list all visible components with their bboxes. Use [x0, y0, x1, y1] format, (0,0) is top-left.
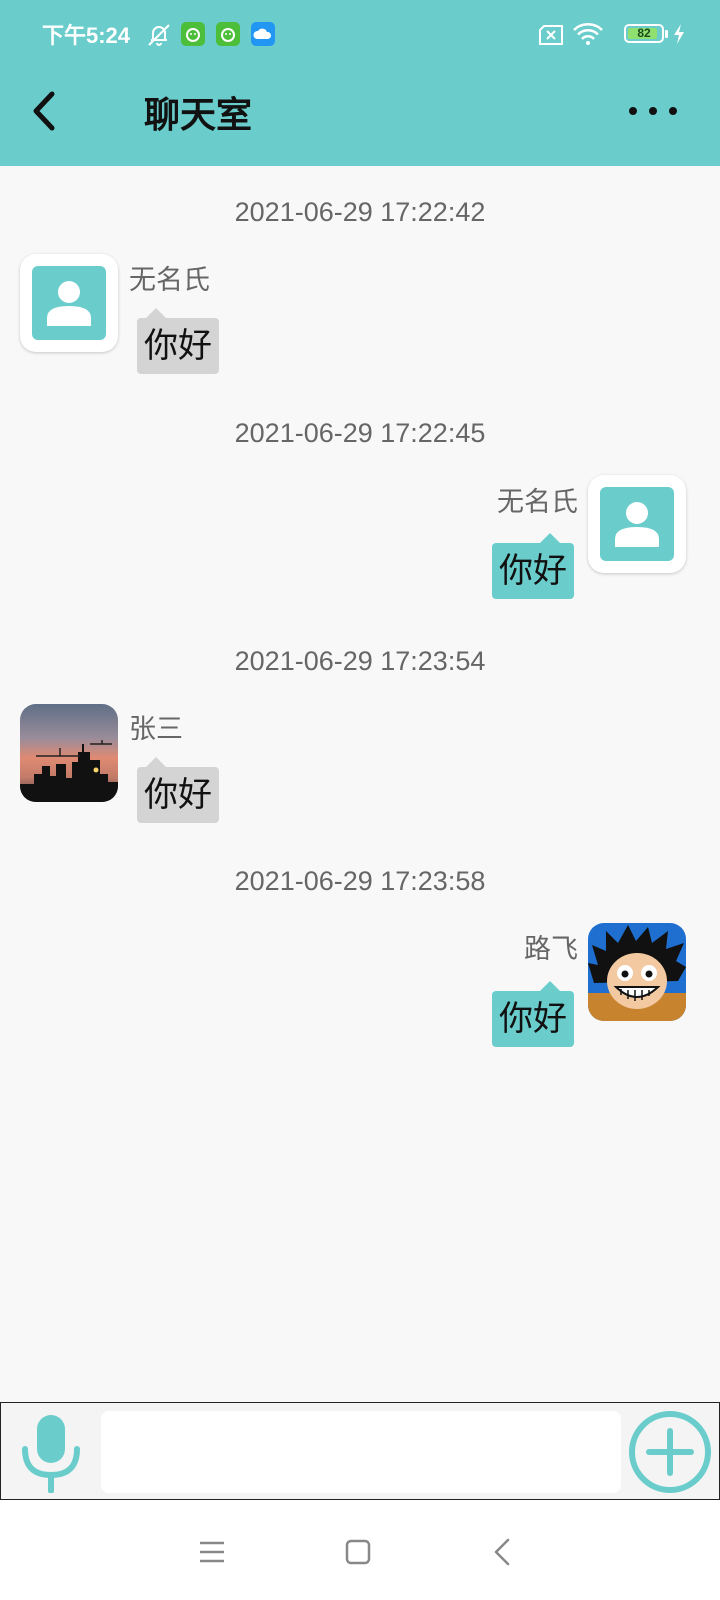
sender-name: 路飞	[524, 934, 578, 965]
message-bubble[interactable]: 你好	[492, 533, 574, 599]
app-header: 下午5:24 82 聊天室	[0, 0, 720, 166]
message-input-bar	[0, 1402, 720, 1500]
battery-icon: 82	[624, 24, 664, 43]
battery-cap	[665, 30, 668, 38]
status-time: 下午5:24	[42, 23, 131, 48]
message-text: 你好	[144, 326, 212, 366]
battery-level: 82	[637, 26, 651, 40]
wifi-icon	[573, 23, 603, 45]
sim-disabled-icon	[539, 25, 563, 45]
more-options-icon[interactable]	[626, 96, 680, 126]
charging-icon	[674, 24, 684, 44]
home-icon[interactable]	[338, 1532, 378, 1572]
cloud-app-icon	[251, 22, 275, 46]
bubble-tail	[540, 981, 560, 991]
app-badge-icon	[216, 22, 240, 46]
city-sunset-avatar[interactable]	[20, 704, 118, 802]
system-navigation-bar	[0, 1500, 720, 1600]
page-title: 聊天室	[144, 95, 253, 136]
sender-name: 无名氏	[497, 487, 578, 518]
message-timestamp: 2021-06-29 17:22:45	[234, 418, 486, 448]
message-bubble[interactable]: 你好	[137, 308, 219, 374]
bubble-tail	[146, 757, 166, 767]
bubble-tail	[146, 308, 166, 318]
default-contact-avatar[interactable]	[588, 475, 686, 573]
chat-message-list[interactable]: 2021-06-29 17:22:42 无名氏 你好 2021-06-29 17…	[0, 166, 720, 1402]
sender-name: 张三	[129, 714, 183, 745]
message-text: 你好	[499, 999, 567, 1039]
message-input[interactable]	[101, 1411, 621, 1493]
back-icon[interactable]	[484, 1532, 524, 1572]
message-timestamp: 2021-06-29 17:23:58	[234, 866, 486, 896]
app-badge-icon	[181, 22, 205, 46]
sender-name: 无名氏	[129, 265, 210, 296]
add-circle-icon[interactable]	[627, 1409, 713, 1495]
back-arrow-icon[interactable]	[26, 86, 66, 136]
notification-muted-icon	[148, 24, 170, 46]
message-text: 你好	[499, 551, 567, 591]
bubble-tail	[540, 533, 560, 543]
message-timestamp: 2021-06-29 17:23:54	[234, 646, 486, 676]
message-bubble[interactable]: 你好	[492, 981, 574, 1047]
default-contact-avatar[interactable]	[20, 254, 118, 352]
message-bubble[interactable]: 你好	[137, 757, 219, 823]
cartoon-character-avatar[interactable]	[588, 923, 686, 1021]
message-text: 你好	[144, 775, 212, 815]
microphone-icon[interactable]	[19, 1411, 83, 1493]
menu-icon[interactable]	[192, 1532, 232, 1572]
message-timestamp: 2021-06-29 17:22:42	[234, 197, 486, 227]
